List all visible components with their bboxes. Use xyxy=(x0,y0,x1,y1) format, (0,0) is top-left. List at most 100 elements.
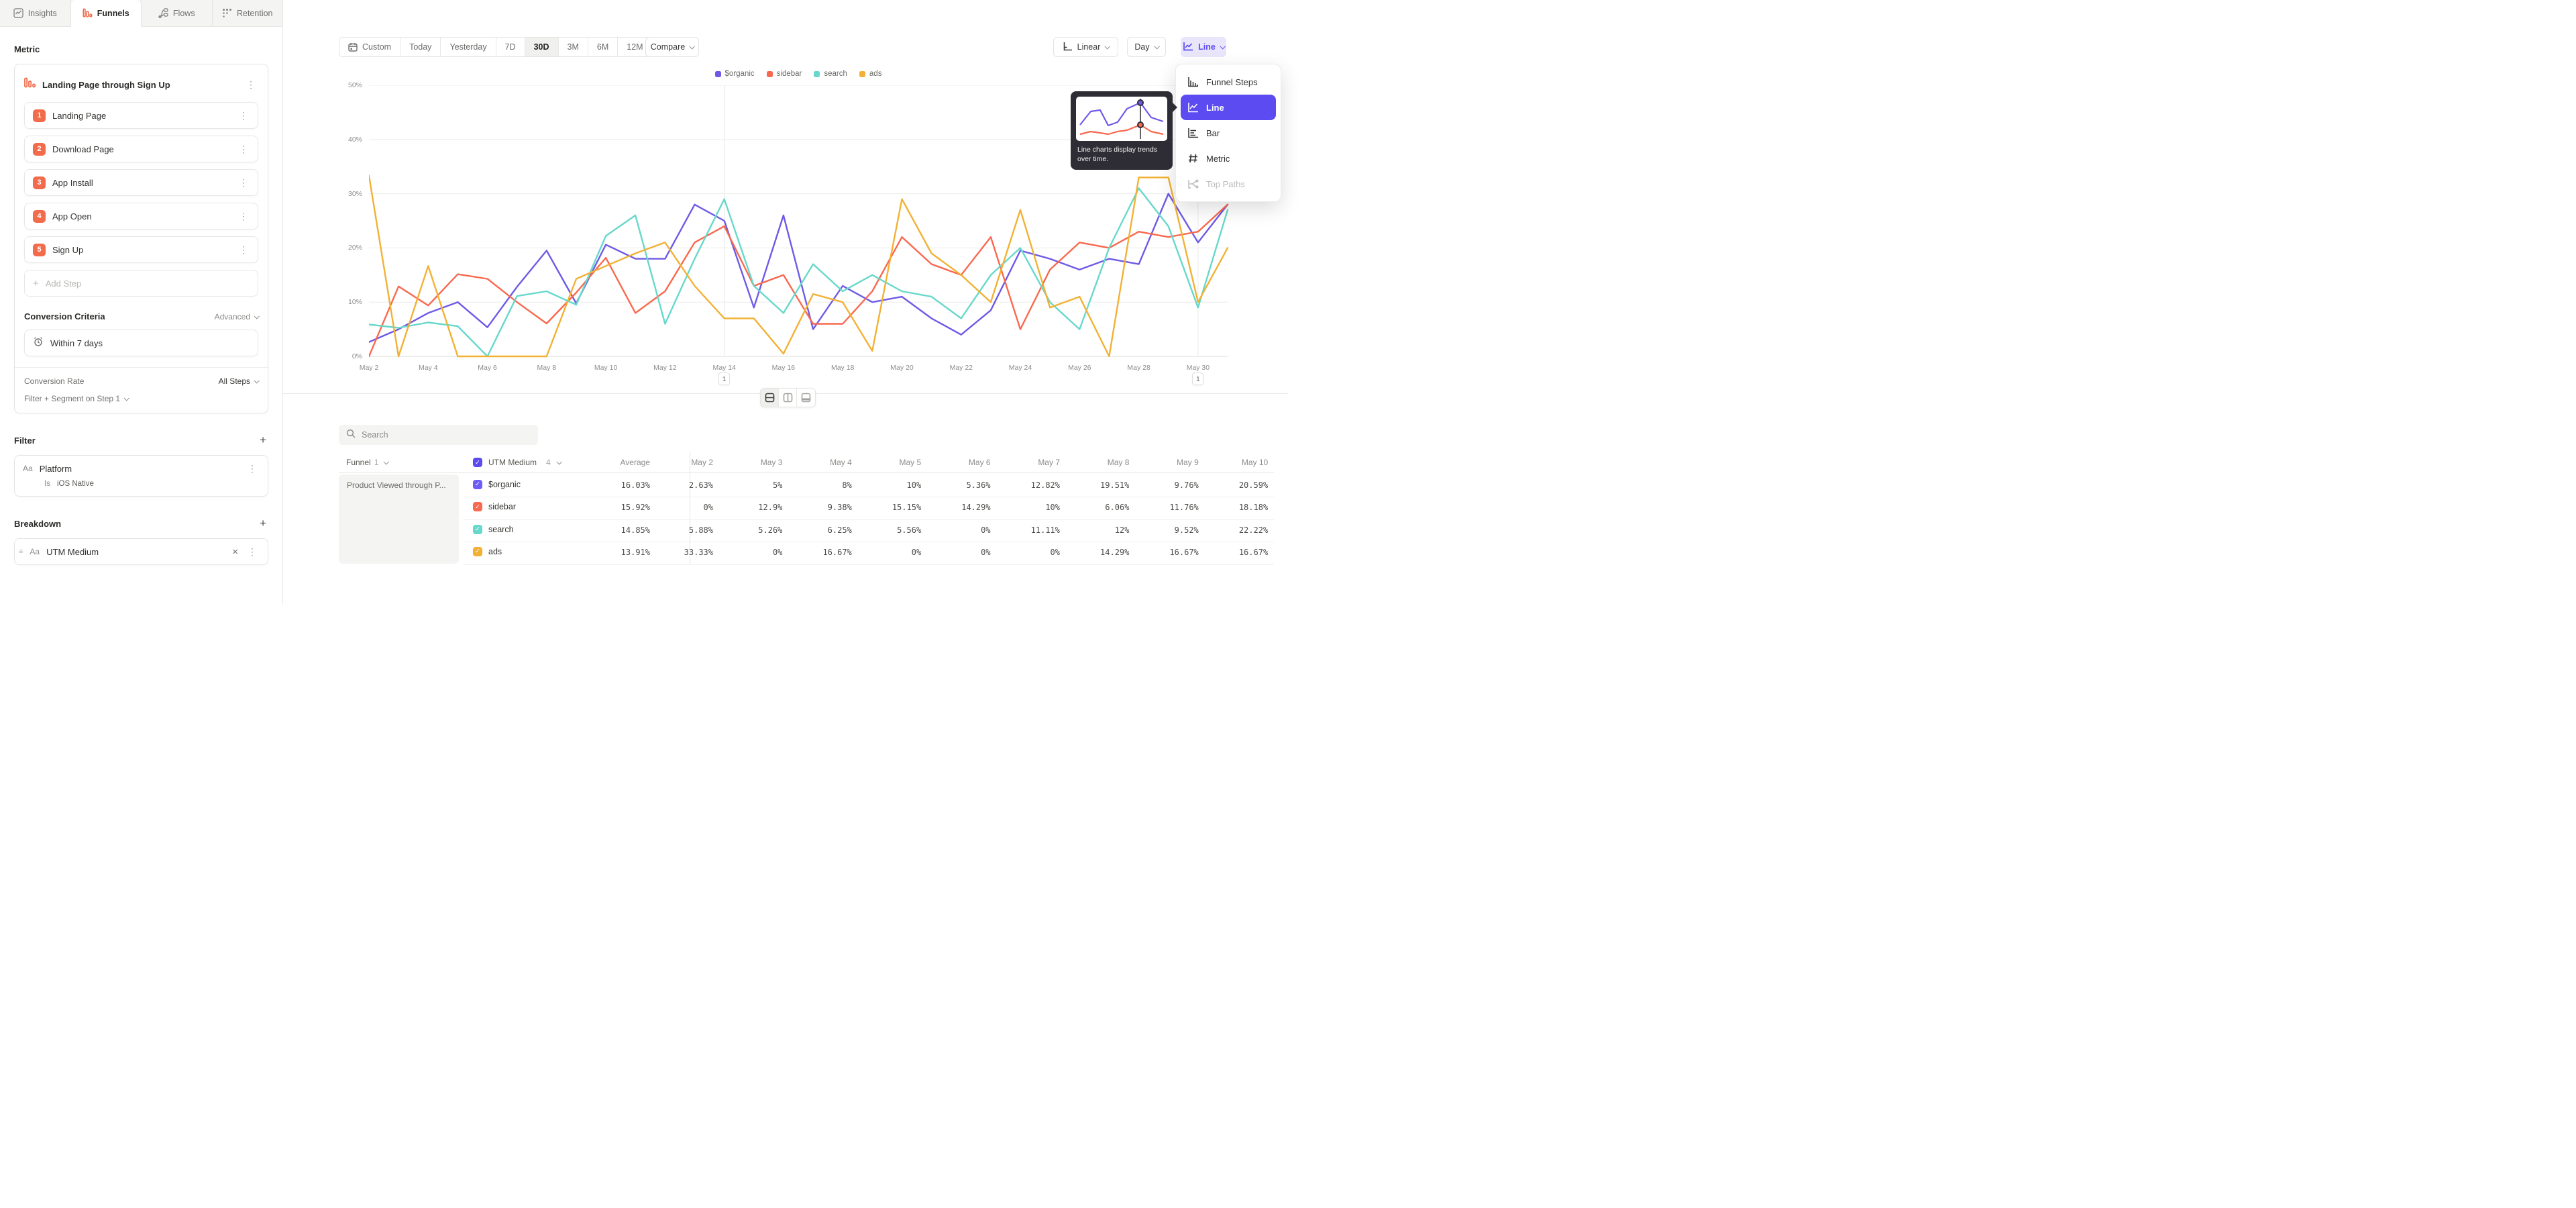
menu-item-metric[interactable]: Metric xyxy=(1181,146,1276,171)
table-row-series[interactable]: ✓ads xyxy=(473,547,502,556)
drag-handle-icon[interactable]: ≡ xyxy=(19,548,23,556)
legend-item-organic[interactable]: $organic xyxy=(715,70,755,78)
day-value: 6.06% xyxy=(1067,503,1129,512)
tab-flows[interactable]: Flows xyxy=(142,0,213,26)
compare-button[interactable]: Compare xyxy=(645,37,699,57)
layout-panel-bottom[interactable] xyxy=(797,389,815,407)
funnel-step-5[interactable]: 5Sign Up⋮ xyxy=(24,236,258,263)
funnel-kebab-icon[interactable]: ⋮ xyxy=(244,79,258,91)
step-kebab-icon[interactable]: ⋮ xyxy=(236,143,251,155)
funnel-step-4[interactable]: 4App Open⋮ xyxy=(24,203,258,230)
table-group-cell[interactable]: Product Viewed through P... xyxy=(339,474,459,564)
date-range-today[interactable]: Today xyxy=(400,38,441,56)
string-type-icon: Aa xyxy=(23,464,33,473)
column-header-day[interactable]: May 8 xyxy=(1067,453,1129,472)
legend-swatch xyxy=(715,71,721,77)
day-value: 14.29% xyxy=(1067,548,1129,557)
split-vertical-icon xyxy=(783,393,793,403)
column-header-day[interactable]: May 5 xyxy=(859,453,921,472)
checkbox-icon[interactable]: ✓ xyxy=(473,480,482,489)
chevron-down-icon xyxy=(1105,44,1110,49)
step-number-badge: 1 xyxy=(33,109,46,122)
table-row-series[interactable]: ✓ sidebar xyxy=(473,502,516,511)
legend-item-search[interactable]: search xyxy=(814,70,847,78)
column-header-day[interactable]: May 10 xyxy=(1206,453,1268,472)
date-range-6m[interactable]: 6M xyxy=(588,38,618,56)
date-range-custom[interactable]: Custom xyxy=(339,38,400,56)
tab-label: Insights xyxy=(28,9,57,18)
x-axis-tick: May 22 xyxy=(941,364,981,372)
column-header-day[interactable]: May 9 xyxy=(1137,453,1199,472)
filter-value[interactable]: iOS Native xyxy=(57,480,94,488)
menu-item-funnel-steps[interactable]: Funnel Steps xyxy=(1181,69,1276,95)
table-row-series[interactable]: ✓search xyxy=(473,525,514,534)
series-name: sidebar xyxy=(488,502,516,511)
checkbox-icon[interactable]: ✓ xyxy=(473,525,482,534)
add-breakdown-button[interactable]: + xyxy=(258,517,268,530)
column-header-day[interactable]: May 2 xyxy=(651,453,713,472)
filter-operator[interactable]: Is xyxy=(44,480,50,488)
tab-funnels[interactable]: Funnels xyxy=(71,0,142,27)
funnel-step-3[interactable]: 3App Install⋮ xyxy=(24,169,258,196)
sidebar: InsightsFunnelsFlowsRetention Metric Lan… xyxy=(0,0,283,604)
menu-item-bar[interactable]: Bar xyxy=(1181,120,1276,146)
funnel-name: Landing Page through Sign Up xyxy=(42,80,237,90)
day-value: 11.76% xyxy=(1137,503,1199,512)
x-axis-tick: May 28 xyxy=(1119,364,1159,372)
step-label: App Install xyxy=(52,178,229,188)
column-header-day[interactable]: May 6 xyxy=(929,453,991,472)
annotation-badge[interactable]: 1 xyxy=(1192,372,1203,385)
checkbox-icon[interactable]: ✓ xyxy=(473,547,482,556)
step-kebab-icon[interactable]: ⋮ xyxy=(236,177,251,189)
column-header-day[interactable]: May 3 xyxy=(720,453,782,472)
layout-split-vertical[interactable] xyxy=(779,389,797,407)
table-search[interactable] xyxy=(339,425,538,445)
step-kebab-icon[interactable]: ⋮ xyxy=(236,244,251,256)
date-range-label: Yesterday xyxy=(449,42,486,52)
tooltip-text: Line charts display trends over time. xyxy=(1076,146,1167,164)
step-kebab-icon[interactable]: ⋮ xyxy=(236,109,251,121)
checkbox-icon[interactable]: ✓ xyxy=(473,502,482,511)
tab-retention[interactable]: Retention xyxy=(213,0,283,26)
conversion-rate-selector[interactable]: All Steps xyxy=(219,376,258,386)
column-header-day[interactable]: May 4 xyxy=(790,453,852,472)
breakdown-card-utm[interactable]: ≡ Aa UTM Medium × ⋮ xyxy=(14,538,268,565)
column-header-day[interactable]: May 7 xyxy=(998,453,1060,472)
line-chart-icon xyxy=(1187,102,1199,113)
date-range-7d[interactable]: 7D xyxy=(496,38,525,56)
menu-item-line[interactable]: Line xyxy=(1181,95,1276,120)
scale-selector-button[interactable]: Linear xyxy=(1053,37,1118,57)
search-input[interactable] xyxy=(362,430,531,440)
tab-insights[interactable]: Insights xyxy=(0,0,71,26)
date-range-3m[interactable]: 3M xyxy=(559,38,588,56)
advanced-toggle[interactable]: Advanced xyxy=(215,312,258,321)
interval-selector-button[interactable]: Day xyxy=(1127,37,1166,57)
conversion-window-button[interactable]: Within 7 days xyxy=(24,330,258,356)
column-header-average[interactable]: Average xyxy=(570,453,650,472)
breakdown-kebab-icon[interactable]: ⋮ xyxy=(245,546,260,558)
menu-item-label: Top Paths xyxy=(1206,179,1245,189)
filter-card-platform[interactable]: Aa Platform ⋮ Is iOS Native xyxy=(14,455,268,497)
funnel-step-2[interactable]: 2Download Page⋮ xyxy=(24,136,258,162)
add-step-button[interactable]: + Add Step xyxy=(24,270,258,297)
chart-type-button[interactable]: Line xyxy=(1181,37,1226,57)
date-range-yesterday[interactable]: Yesterday xyxy=(441,38,496,56)
funnel-step-1[interactable]: 1Landing Page⋮ xyxy=(24,102,258,129)
add-filter-button[interactable]: + xyxy=(258,434,268,447)
filter-kebab-icon[interactable]: ⋮ xyxy=(245,462,260,474)
table-funnel-header[interactable]: Funnel1 xyxy=(346,453,388,472)
annotation-badge[interactable]: 1 xyxy=(718,372,730,385)
legend-item-ads[interactable]: ads xyxy=(859,70,882,78)
table-row-series[interactable]: ✓$organic xyxy=(473,480,521,489)
date-range-30d[interactable]: 30D xyxy=(525,38,559,56)
step-kebab-icon[interactable]: ⋮ xyxy=(236,210,251,222)
chart-type-menu: Funnel StepsLineBarMetric Top Paths xyxy=(1175,64,1281,202)
filter-segment-toggle[interactable]: Filter + Segment on Step 1 xyxy=(24,394,258,403)
table-breakdown-header[interactable]: ✓UTM Medium4 xyxy=(473,453,561,472)
layout-split-horizontal[interactable] xyxy=(761,389,779,407)
checkbox-icon[interactable]: ✓ xyxy=(473,458,482,467)
day-value: 2.63% xyxy=(651,481,713,490)
remove-breakdown-icon[interactable]: × xyxy=(232,546,238,558)
legend-item-sidebar[interactable]: sidebar xyxy=(767,70,802,78)
funnel-header-count: 1 xyxy=(374,458,379,467)
